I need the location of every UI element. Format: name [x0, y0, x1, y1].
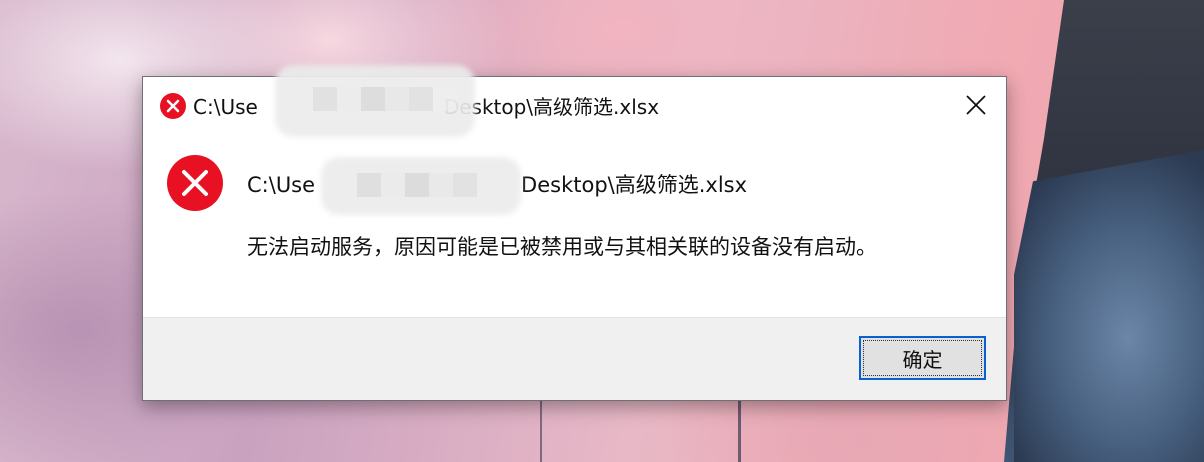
title-suffix: Desktop\高级筛选.xlsx: [443, 95, 660, 119]
error-message: 无法启动服务，原因可能是已被禁用或与其相关联的设备没有启动。: [247, 235, 877, 259]
path-suffix: Desktop\高级筛选.xlsx: [521, 173, 748, 197]
path-prefix: C:\Use: [247, 173, 316, 197]
error-icon: [167, 155, 223, 211]
ok-button[interactable]: 确定: [859, 336, 986, 380]
wallpaper-jacket: [1014, 150, 1204, 462]
dialog-content: C:\Use Desktop\高级筛选.xlsx 无法启动服务，原因可能是已被禁用…: [143, 132, 1006, 318]
error-dialog: C:\Use Desktop\高级筛选.xlsx C:\Use Desktop\高级…: [142, 65, 1007, 401]
close-button[interactable]: [946, 77, 1006, 132]
close-icon: [966, 94, 986, 115]
dialog-titlebar[interactable]: C:\Use Desktop\高级筛选.xlsx: [143, 77, 1006, 132]
wallpaper-detail: [738, 400, 741, 462]
dialog-footer: 确定: [143, 317, 1006, 400]
error-icon: [160, 93, 186, 119]
title-prefix: C:\Use: [193, 95, 258, 119]
redaction-mosaic: [357, 173, 501, 197]
wallpaper-detail: [540, 400, 542, 462]
redaction-mosaic: [313, 87, 457, 111]
